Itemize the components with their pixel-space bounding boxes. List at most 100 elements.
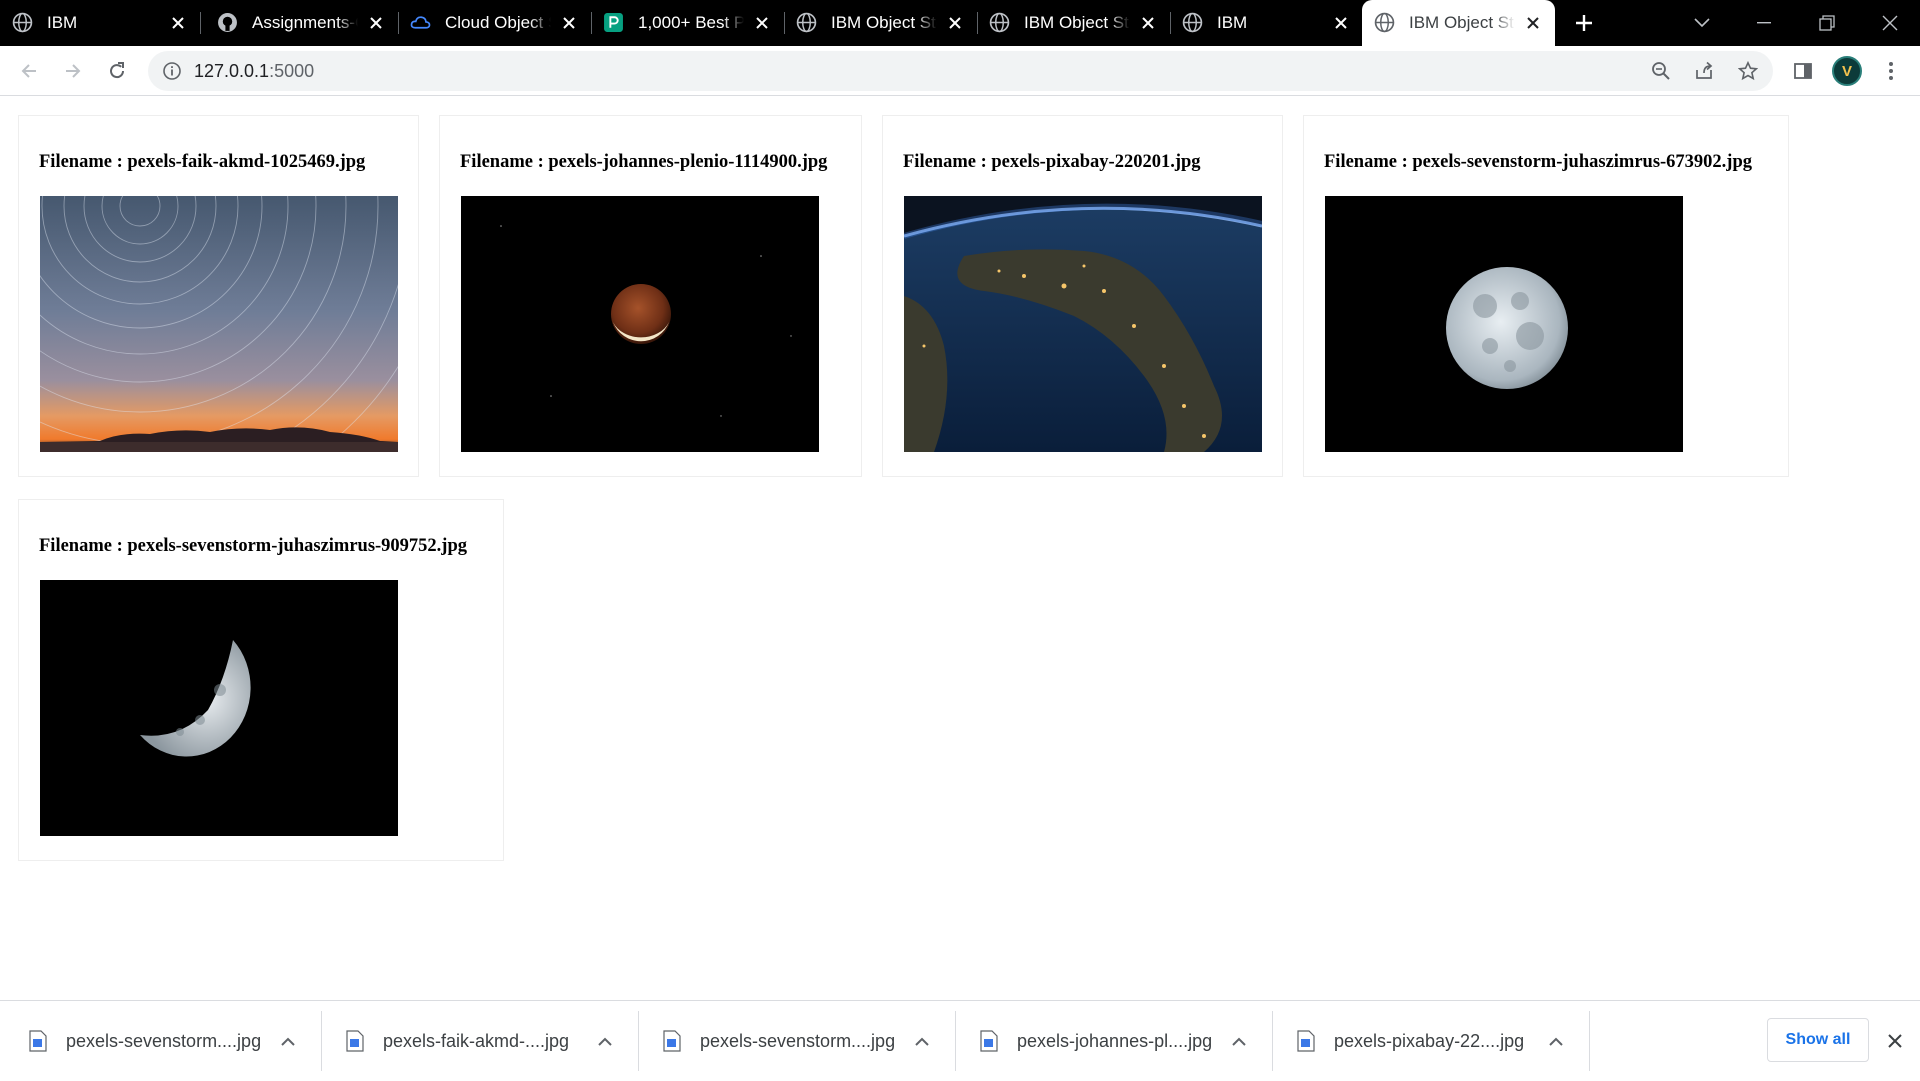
back-button[interactable] — [14, 56, 44, 86]
image-file-icon — [346, 1030, 364, 1052]
file-image — [461, 196, 819, 452]
tab-close-icon[interactable] — [366, 13, 386, 33]
blood-moon-image — [461, 196, 819, 452]
file-name-label: Filename : pexels-faik-akmd-1025469.jpg — [39, 152, 366, 172]
chevron-up-icon[interactable] — [912, 1031, 932, 1051]
download-filename: pexels-pixabay-22....jpg — [1334, 1031, 1525, 1051]
reload-button[interactable] — [102, 56, 132, 86]
image-file-icon — [980, 1030, 998, 1052]
menu-button[interactable] — [1876, 56, 1906, 86]
half-moon-image — [40, 580, 398, 836]
image-file-icon — [29, 1030, 47, 1052]
url-host: 127.0.0.1 — [194, 61, 270, 81]
globe-icon — [1374, 12, 1395, 33]
page-content: Filename : pexels-faik-akmd-1025469.jpg — [0, 97, 1920, 1000]
file-card: Filename : pexels-faik-akmd-1025469.jpg — [18, 115, 419, 477]
tab-strip: IBM Assignments-C Cloud Object S 1,000+ … — [0, 0, 1920, 46]
tab-title: IBM Object Sto — [1409, 13, 1515, 32]
side-panel-icon — [1794, 63, 1812, 79]
url-text[interactable]: 127.0.0.1:5000 — [194, 60, 314, 82]
zoom-button[interactable] — [1649, 59, 1673, 83]
tab-close-icon[interactable] — [1331, 13, 1351, 33]
tab-title: IBM Object Sto — [1024, 13, 1130, 32]
profile-initial: V — [1841, 62, 1852, 80]
globe-icon — [989, 12, 1010, 33]
tab-cloud-object-storage[interactable]: Cloud Object S — [398, 0, 592, 46]
browser-toolbar: 127.0.0.1:5000 V — [0, 46, 1920, 96]
chevron-up-icon[interactable] — [1229, 1031, 1249, 1051]
tab-github[interactable]: Assignments-C — [205, 0, 399, 46]
close-shelf-button[interactable] — [1882, 1028, 1908, 1054]
file-image — [1325, 196, 1683, 452]
star-trails-image — [40, 196, 398, 452]
tab-ibm-object-storage-active[interactable]: IBM Object Sto — [1362, 0, 1555, 46]
github-icon — [218, 13, 237, 32]
info-icon[interactable] — [162, 61, 182, 81]
kebab-menu-icon — [1889, 62, 1893, 80]
file-image — [40, 196, 398, 452]
side-panel-button[interactable] — [1788, 56, 1818, 86]
tab-separator — [200, 12, 201, 34]
file-name-label: Filename : pexels-sevenstorm-juhaszimrus… — [39, 536, 468, 556]
file-card: Filename : pexels-sevenstorm-juhaszimrus… — [18, 499, 504, 861]
restore-button[interactable] — [1797, 0, 1857, 46]
chevron-up-icon[interactable] — [1546, 1031, 1566, 1051]
tab-title: Cloud Object S — [445, 13, 551, 32]
download-separator — [1589, 1011, 1590, 1071]
tab-close-icon[interactable] — [559, 13, 579, 33]
chevron-up-icon[interactable] — [278, 1031, 298, 1051]
globe-icon — [796, 12, 817, 33]
show-all-button[interactable]: Show all — [1767, 1018, 1869, 1062]
profile-avatar[interactable]: V — [1832, 56, 1862, 86]
new-tab-button[interactable] — [1571, 10, 1597, 36]
tab-pexels[interactable]: 1,000+ Best Pl — [591, 0, 785, 46]
bookmark-button[interactable] — [1736, 59, 1760, 83]
download-filename: pexels-sevenstorm....jpg — [66, 1031, 262, 1051]
file-card: Filename : pexels-sevenstorm-juhaszimrus… — [1303, 115, 1789, 477]
tab-close-icon[interactable] — [1523, 13, 1543, 33]
download-item[interactable]: pexels-johannes-pl....jpg — [951, 1001, 1273, 1081]
image-file-icon — [663, 1030, 681, 1052]
file-image — [40, 580, 398, 836]
plus-icon — [1576, 15, 1592, 31]
zoom-out-icon — [1652, 62, 1670, 80]
download-filename: pexels-johannes-pl....jpg — [1017, 1031, 1213, 1051]
download-item[interactable]: pexels-pixabay-22....jpg — [1268, 1001, 1590, 1081]
tab-ibm-2[interactable]: IBM — [1170, 0, 1363, 46]
close-icon — [1882, 15, 1898, 31]
chevron-up-icon[interactable] — [595, 1031, 615, 1051]
download-item[interactable]: pexels-sevenstorm....jpg — [634, 1001, 956, 1081]
tab-ibm-object-storage[interactable]: IBM Object Sto — [784, 0, 978, 46]
download-item[interactable]: pexels-faik-akmd-....jpg — [317, 1001, 639, 1081]
file-name-label: Filename : pexels-johannes-plenio-111490… — [460, 152, 828, 172]
minimize-icon — [1757, 22, 1771, 24]
tab-ibm[interactable]: IBM — [0, 0, 201, 46]
arrow-right-icon — [66, 64, 81, 78]
chevron-down-icon — [1694, 18, 1710, 28]
share-icon — [1696, 61, 1713, 79]
address-bar[interactable]: 127.0.0.1:5000 — [148, 51, 1773, 91]
file-name-label: Filename : pexels-sevenstorm-juhaszimrus… — [1324, 152, 1753, 172]
download-filename: pexels-faik-akmd-....jpg — [383, 1031, 570, 1051]
restore-icon — [1819, 15, 1835, 31]
tab-title: IBM Object Sto — [831, 13, 937, 32]
minimize-button[interactable] — [1734, 0, 1794, 46]
forward-button[interactable] — [58, 56, 88, 86]
full-moon-image — [1325, 196, 1683, 452]
tab-search-button[interactable] — [1672, 0, 1732, 46]
download-item[interactable]: pexels-sevenstorm....jpg — [0, 1001, 322, 1081]
image-file-icon — [1297, 1030, 1315, 1052]
file-image — [904, 196, 1262, 452]
globe-icon — [12, 12, 33, 33]
tab-close-icon[interactable] — [945, 13, 965, 33]
tab-close-icon[interactable] — [168, 13, 188, 33]
tab-close-icon[interactable] — [752, 13, 772, 33]
tab-close-icon[interactable] — [1138, 13, 1158, 33]
file-card: Filename : pexels-johannes-plenio-111490… — [439, 115, 862, 477]
close-window-button[interactable] — [1860, 0, 1920, 46]
share-button[interactable] — [1692, 59, 1716, 83]
earth-at-night-image — [904, 196, 1262, 452]
arrow-left-icon — [21, 64, 36, 78]
tab-title: Assignments-C — [252, 13, 358, 32]
tab-ibm-object-storage-2[interactable]: IBM Object Sto — [977, 0, 1171, 46]
